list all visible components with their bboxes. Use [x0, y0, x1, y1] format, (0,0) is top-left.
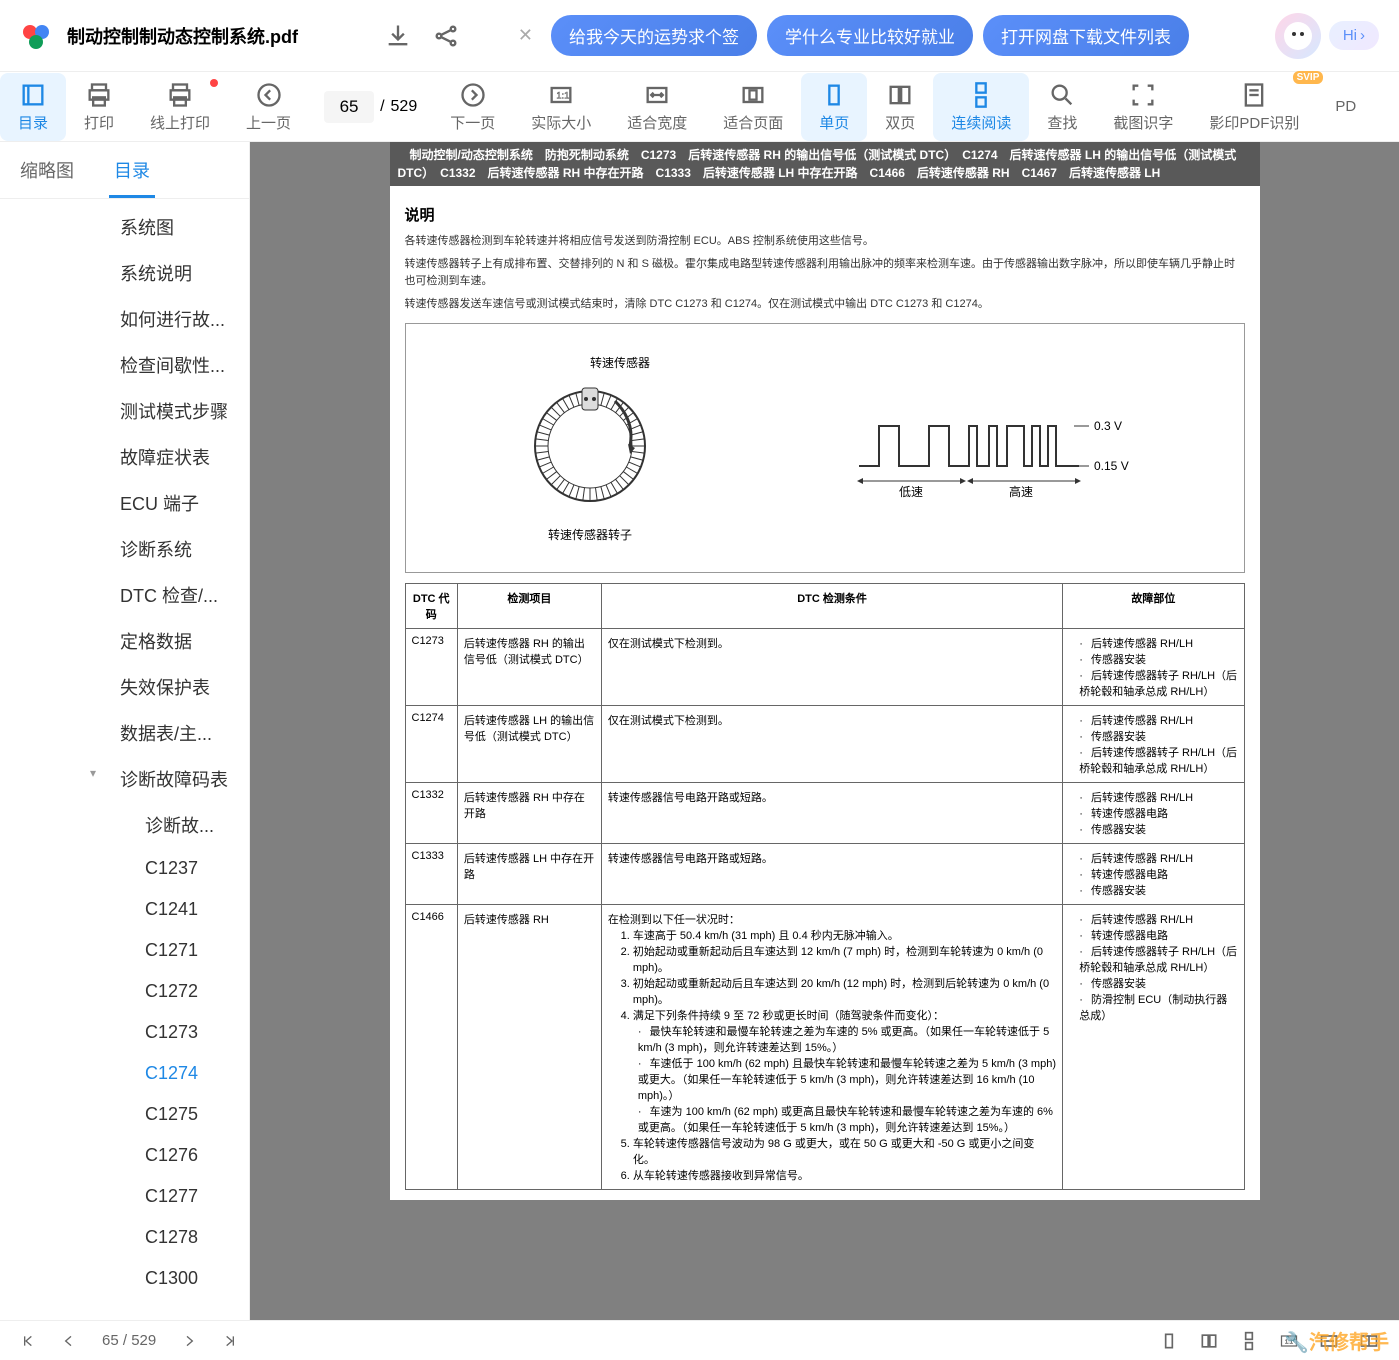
continuous-view-icon[interactable]: [1239, 1331, 1259, 1351]
pdf-ocr-tool[interactable]: SVIP影印PDF识别: [1191, 73, 1317, 141]
outline-item[interactable]: C1273: [0, 1012, 249, 1053]
footer-page: 65 / 529: [102, 1332, 156, 1349]
outline-item[interactable]: C1277: [0, 1176, 249, 1217]
outline-item[interactable]: 数据表/主...: [0, 710, 249, 756]
fit-page-tool[interactable]: 适合页面: [705, 73, 801, 141]
outline-item[interactable]: 定格数据: [0, 618, 249, 664]
outline-item[interactable]: C1271: [0, 930, 249, 971]
svg-text:1:1: 1:1: [557, 90, 570, 100]
outline-item[interactable]: 诊断系统: [0, 526, 249, 572]
outline-item[interactable]: C1278: [0, 1217, 249, 1258]
outline-item[interactable]: 诊断故...: [0, 802, 249, 848]
outline-item[interactable]: 检查间歇性...: [0, 342, 249, 388]
watermark: 🔧汽修帮手: [1284, 1326, 1389, 1355]
outline-item[interactable]: 故障症状表: [0, 434, 249, 480]
outline-item[interactable]: C1275: [0, 1094, 249, 1135]
para: 转速传感器发送车速信号或测试模式结束时，清除 DTC C1273 和 C1274…: [405, 296, 1245, 314]
suggestion-1[interactable]: 给我今天的运势求个签: [551, 15, 757, 56]
app-logo: [20, 20, 52, 52]
pdf-tool[interactable]: PD: [1317, 90, 1374, 123]
hi-button[interactable]: Hi›: [1329, 21, 1379, 50]
outline-item[interactable]: C1276: [0, 1135, 249, 1176]
download-icon[interactable]: [384, 22, 412, 50]
outline-item[interactable]: C1237: [0, 848, 249, 889]
prev-page-icon[interactable]: [61, 1333, 77, 1349]
next-page-tool[interactable]: 下一页: [432, 73, 513, 141]
doc-banner: 制动控制/动态控制系统 防抱死制动系统 C1273 后转速传感器 RH 的输出信…: [390, 142, 1260, 186]
continuous-tool[interactable]: 连续阅读: [933, 73, 1029, 141]
prev-page-tool[interactable]: 上一页: [228, 73, 309, 141]
search-tool[interactable]: 查找: [1029, 73, 1095, 141]
thumbnail-tab[interactable]: 缩略图: [0, 142, 94, 198]
two-page-tool[interactable]: 双页: [867, 73, 933, 141]
section-title: 说明: [405, 204, 1245, 225]
fit-width-tool[interactable]: 适合宽度: [609, 73, 705, 141]
first-page-icon[interactable]: [20, 1333, 36, 1349]
outline-item[interactable]: C1274: [0, 1053, 249, 1094]
outline-item[interactable]: ▾诊断故障码表: [0, 756, 249, 802]
outline-item[interactable]: 系统图: [0, 204, 249, 250]
suggestion-2[interactable]: 学什么专业比较好就业: [767, 15, 973, 56]
close-suggestions-icon[interactable]: ✕: [510, 25, 541, 46]
last-page-icon[interactable]: [222, 1333, 238, 1349]
outline-item[interactable]: 系统说明: [0, 250, 249, 296]
para: 转速传感器转子上有成排布置、交替排列的 N 和 S 磁极。霍尔集成电路型转速传感…: [405, 256, 1245, 291]
para: 各转速传感器检测到车轮转速并将相应信号发送到防滑控制 ECU。ABS 控制系统使…: [405, 233, 1245, 251]
share-icon[interactable]: [432, 22, 460, 50]
page-input-group: / 529: [309, 91, 432, 123]
outline-item[interactable]: ECU 端子: [0, 480, 249, 526]
sensor-diagram: 转速传感器 转速传感器转子: [405, 323, 1245, 573]
single-page-tool[interactable]: 单页: [801, 73, 867, 141]
suggestion-3[interactable]: 打开网盘下载文件列表: [983, 15, 1189, 56]
outline-tool[interactable]: 目录: [0, 73, 66, 141]
svg-text:低速: 低速: [899, 485, 923, 499]
page-total: 529: [391, 98, 418, 116]
vip-badge: SVIP: [1293, 71, 1324, 84]
outline-tab[interactable]: 目录: [94, 142, 170, 198]
single-view-icon[interactable]: [1159, 1331, 1179, 1351]
outline-item[interactable]: C1272: [0, 971, 249, 1012]
next-page-icon[interactable]: [181, 1333, 197, 1349]
outline-item[interactable]: DTC 检查/...: [0, 572, 249, 618]
actual-size-tool[interactable]: 1:1实际大小: [513, 73, 609, 141]
dtc-table: DTC 代码检测项目DTC 检测条件故障部位 C1273后转速传感器 RH 的输…: [405, 583, 1245, 1190]
outline-item[interactable]: 如何进行故...: [0, 296, 249, 342]
document-title: 制动控制制动态控制系统.pdf: [67, 23, 298, 49]
outline-item[interactable]: C1241: [0, 889, 249, 930]
outline-item[interactable]: C1300: [0, 1258, 249, 1299]
outline-item[interactable]: 测试模式步骤: [0, 388, 249, 434]
screenshot-ocr-tool[interactable]: 截图识字: [1095, 73, 1191, 141]
svg-text:高速: 高速: [1009, 484, 1033, 499]
print-tool[interactable]: 打印: [66, 73, 132, 141]
svg-text:0.3 V: 0.3 V: [1094, 419, 1122, 433]
online-print-tool[interactable]: 线上打印: [132, 73, 228, 141]
svg-text:0.15 V: 0.15 V: [1094, 459, 1129, 473]
avatar[interactable]: [1275, 13, 1321, 59]
page-number-input[interactable]: [324, 91, 374, 123]
outline-item[interactable]: 失效保护表: [0, 664, 249, 710]
two-view-icon[interactable]: [1199, 1331, 1219, 1351]
